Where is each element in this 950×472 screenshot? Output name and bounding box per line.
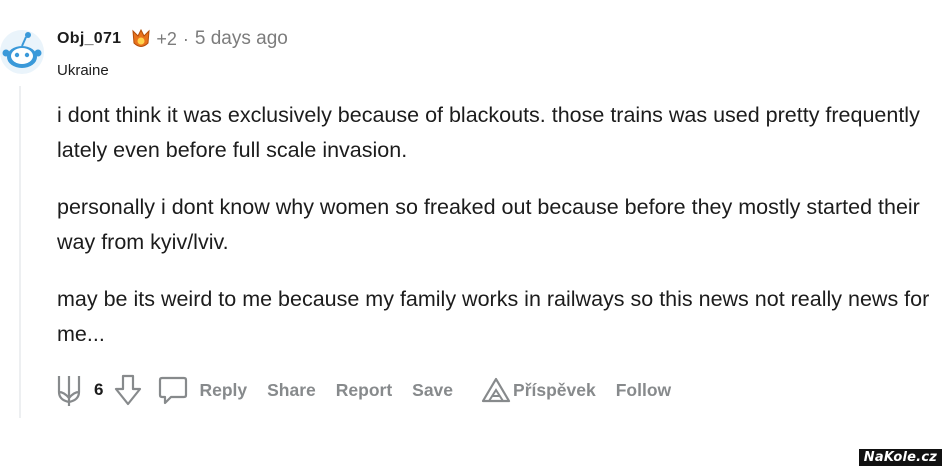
comment-paragraph: may be its weird to me because my family… xyxy=(57,287,930,346)
comment-action-bar: 6 Reply Share Report Save Příspěvek Foll… xyxy=(55,370,671,410)
trident-upvote-icon xyxy=(57,376,81,406)
comment-body: i dont think it was exclusively because … xyxy=(57,98,937,374)
reply-button[interactable]: Reply xyxy=(157,374,247,406)
comment-bubble-icon xyxy=(159,376,188,405)
report-button[interactable]: Report xyxy=(336,380,392,401)
comment-paragraph: personally i dont know why women so frea… xyxy=(57,195,920,254)
downvote-arrow-icon xyxy=(115,374,142,406)
contribute-label: Příspěvek xyxy=(513,379,596,400)
reply-label: Reply xyxy=(199,379,248,400)
save-button[interactable]: Save xyxy=(412,380,453,401)
comment-paragraph: i dont think it was exclusively because … xyxy=(57,103,920,162)
thread-line[interactable] xyxy=(19,86,21,418)
contribute-button[interactable]: Příspěvek xyxy=(481,376,596,404)
contribute-icon xyxy=(481,377,511,403)
username[interactable]: Obj_071 xyxy=(57,30,121,48)
comment-header: Obj_071 +2 · 5 days ago xyxy=(57,28,288,50)
follow-button[interactable]: Follow xyxy=(616,380,671,401)
award-icon[interactable] xyxy=(130,28,152,50)
upvote-button[interactable] xyxy=(55,372,83,408)
timestamp[interactable]: 5 days ago xyxy=(195,28,288,50)
site-watermark: NaKole.cz xyxy=(858,449,942,466)
snoo-avatar-icon[interactable] xyxy=(0,26,50,76)
award-count: +2 xyxy=(156,28,177,49)
share-button[interactable]: Share xyxy=(267,380,316,401)
downvote-button[interactable] xyxy=(113,373,143,407)
meta-separator: · xyxy=(182,28,189,49)
vote-score: 6 xyxy=(94,380,104,399)
user-flair: Ukraine xyxy=(57,62,109,79)
